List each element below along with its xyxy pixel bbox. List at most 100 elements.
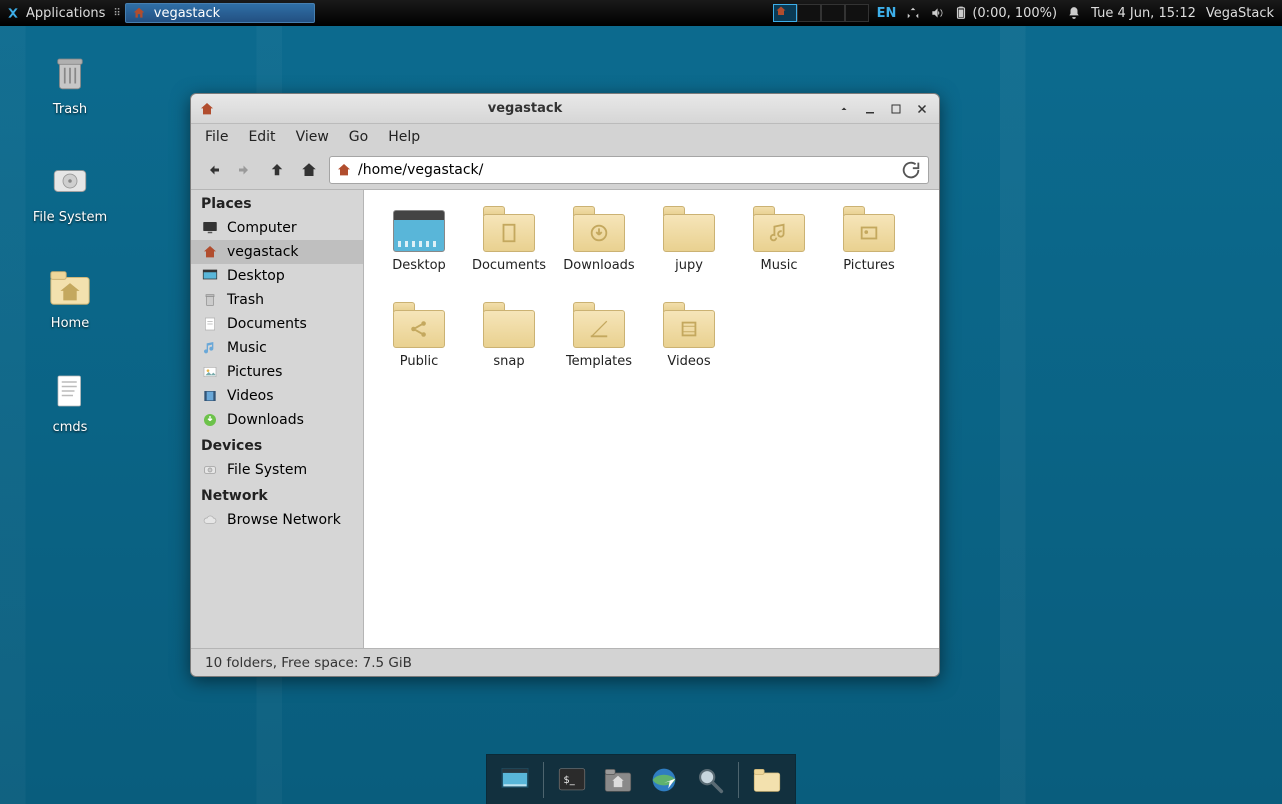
sidebar-item-trash[interactable]: Trash bbox=[191, 288, 363, 312]
back-button[interactable] bbox=[201, 158, 225, 182]
folder-snap[interactable]: snap bbox=[464, 300, 554, 394]
sidebar-item-documents[interactable]: Documents bbox=[191, 312, 363, 336]
workspace-4[interactable] bbox=[845, 4, 869, 22]
menu-help[interactable]: Help bbox=[388, 129, 420, 145]
file-view[interactable]: Desktop Documents Downloads jupy Music bbox=[364, 190, 939, 648]
close-button[interactable] bbox=[913, 100, 931, 118]
folder-label: Documents bbox=[464, 258, 554, 273]
sidebar-heading-devices: Devices bbox=[191, 432, 363, 458]
desktop-icon-trash[interactable]: Trash bbox=[20, 50, 120, 117]
sidebar-item-label: Documents bbox=[227, 316, 307, 332]
desktop-icon-label: Home bbox=[20, 316, 120, 331]
location-bar[interactable]: /home/vegastack/ bbox=[329, 156, 929, 184]
taskbar-window-button[interactable]: vegastack bbox=[125, 3, 315, 23]
window-menu-button[interactable] bbox=[835, 100, 853, 118]
sidebar-item-vegastack[interactable]: vegastack bbox=[191, 240, 363, 264]
up-button[interactable] bbox=[265, 158, 289, 182]
globe-icon bbox=[647, 763, 681, 797]
sidebar-item-videos[interactable]: Videos bbox=[191, 384, 363, 408]
sidebar: Places Computer vegastack Desktop Trash … bbox=[191, 190, 364, 648]
folder-jupy[interactable]: jupy bbox=[644, 204, 734, 298]
forward-button[interactable] bbox=[233, 158, 257, 182]
folder-public[interactable]: Public bbox=[374, 300, 464, 394]
maximize-button[interactable] bbox=[887, 100, 905, 118]
text-file-icon bbox=[47, 368, 93, 414]
dock-app-finder[interactable] bbox=[688, 760, 732, 800]
sidebar-item-browse-network[interactable]: Browse Network bbox=[191, 508, 363, 532]
desktop-icon-filesystem[interactable]: File System bbox=[20, 158, 120, 225]
battery-indicator[interactable]: (0:00, 100%) bbox=[954, 6, 1057, 21]
dock-show-desktop[interactable] bbox=[493, 760, 537, 800]
home-button[interactable] bbox=[297, 158, 321, 182]
desktop-icon bbox=[498, 763, 532, 797]
menu-file[interactable]: File bbox=[205, 129, 228, 145]
film-icon bbox=[678, 318, 700, 340]
sidebar-item-label: Browse Network bbox=[227, 512, 341, 528]
network-icon[interactable] bbox=[906, 6, 920, 20]
home-folder-icon bbox=[47, 264, 93, 310]
dock-terminal[interactable]: $_ bbox=[550, 760, 594, 800]
folder-downloads[interactable]: Downloads bbox=[554, 204, 644, 298]
folder-music[interactable]: Music bbox=[734, 204, 824, 298]
sidebar-item-label: Trash bbox=[227, 292, 264, 308]
taskbar-window-title: vegastack bbox=[154, 6, 220, 21]
dock-file-manager[interactable] bbox=[596, 760, 640, 800]
menu-go[interactable]: Go bbox=[349, 129, 368, 145]
download-icon bbox=[588, 222, 610, 244]
applications-menu[interactable]: Applications bbox=[0, 0, 111, 26]
folder-documents[interactable]: Documents bbox=[464, 204, 554, 298]
desktop-icon-home[interactable]: Home bbox=[20, 264, 120, 331]
desktop-icon bbox=[201, 267, 219, 285]
folder-videos[interactable]: Videos bbox=[644, 300, 734, 394]
dock-web-browser[interactable] bbox=[642, 760, 686, 800]
volume-icon[interactable] bbox=[930, 6, 944, 20]
folder-templates[interactable]: Templates bbox=[554, 300, 644, 394]
sidebar-item-filesystem[interactable]: File System bbox=[191, 458, 363, 482]
sidebar-heading-places: Places bbox=[191, 190, 363, 216]
folder-home-icon bbox=[601, 763, 635, 797]
panel-grip-icon[interactable]: ⠿ bbox=[111, 8, 120, 19]
battery-icon bbox=[954, 6, 968, 20]
workspace-3[interactable] bbox=[821, 4, 845, 22]
pictures-icon bbox=[858, 222, 880, 244]
clock[interactable]: Tue 4 Jun, 15:12 bbox=[1091, 6, 1196, 21]
ruler-icon bbox=[588, 318, 610, 340]
titlebar[interactable]: vegastack bbox=[191, 94, 939, 124]
notification-bell-icon[interactable] bbox=[1067, 6, 1081, 20]
folder-icon bbox=[750, 763, 784, 797]
search-icon bbox=[693, 763, 727, 797]
folder-label: snap bbox=[464, 354, 554, 369]
menu-edit[interactable]: Edit bbox=[248, 129, 275, 145]
location-path: /home/vegastack/ bbox=[358, 162, 483, 178]
reload-button[interactable] bbox=[900, 159, 922, 181]
document-icon bbox=[201, 315, 219, 333]
workspace-2[interactable] bbox=[797, 4, 821, 22]
video-icon bbox=[201, 387, 219, 405]
workspace-switcher[interactable] bbox=[773, 4, 869, 22]
sidebar-item-downloads[interactable]: Downloads bbox=[191, 408, 363, 432]
sidebar-item-label: Videos bbox=[227, 388, 274, 404]
folder-label: Videos bbox=[644, 354, 734, 369]
workspace-1[interactable] bbox=[773, 4, 797, 22]
sidebar-item-computer[interactable]: Computer bbox=[191, 216, 363, 240]
desktop-icon-cmds[interactable]: cmds bbox=[20, 368, 120, 435]
dock-directory[interactable] bbox=[745, 760, 789, 800]
sidebar-item-desktop[interactable]: Desktop bbox=[191, 264, 363, 288]
desktop-icon-label: Trash bbox=[20, 102, 120, 117]
file-manager-window: vegastack File Edit View Go Help /home/v… bbox=[190, 93, 940, 677]
window-title: vegastack bbox=[223, 101, 827, 116]
home-icon bbox=[201, 243, 219, 261]
menu-view[interactable]: View bbox=[296, 129, 329, 145]
user-menu[interactable]: VegaStack bbox=[1206, 6, 1274, 21]
minimize-button[interactable] bbox=[861, 100, 879, 118]
sidebar-item-pictures[interactable]: Pictures bbox=[191, 360, 363, 384]
keyboard-layout-indicator[interactable]: EN bbox=[877, 6, 897, 21]
folder-pictures[interactable]: Pictures bbox=[824, 204, 914, 298]
sidebar-item-label: Downloads bbox=[227, 412, 304, 428]
status-text: 10 folders, Free space: 7.5 GiB bbox=[205, 655, 412, 671]
home-icon bbox=[336, 162, 352, 178]
folder-desktop[interactable]: Desktop bbox=[374, 204, 464, 298]
share-icon bbox=[408, 318, 430, 340]
sidebar-item-music[interactable]: Music bbox=[191, 336, 363, 360]
folder-icon bbox=[663, 214, 715, 252]
